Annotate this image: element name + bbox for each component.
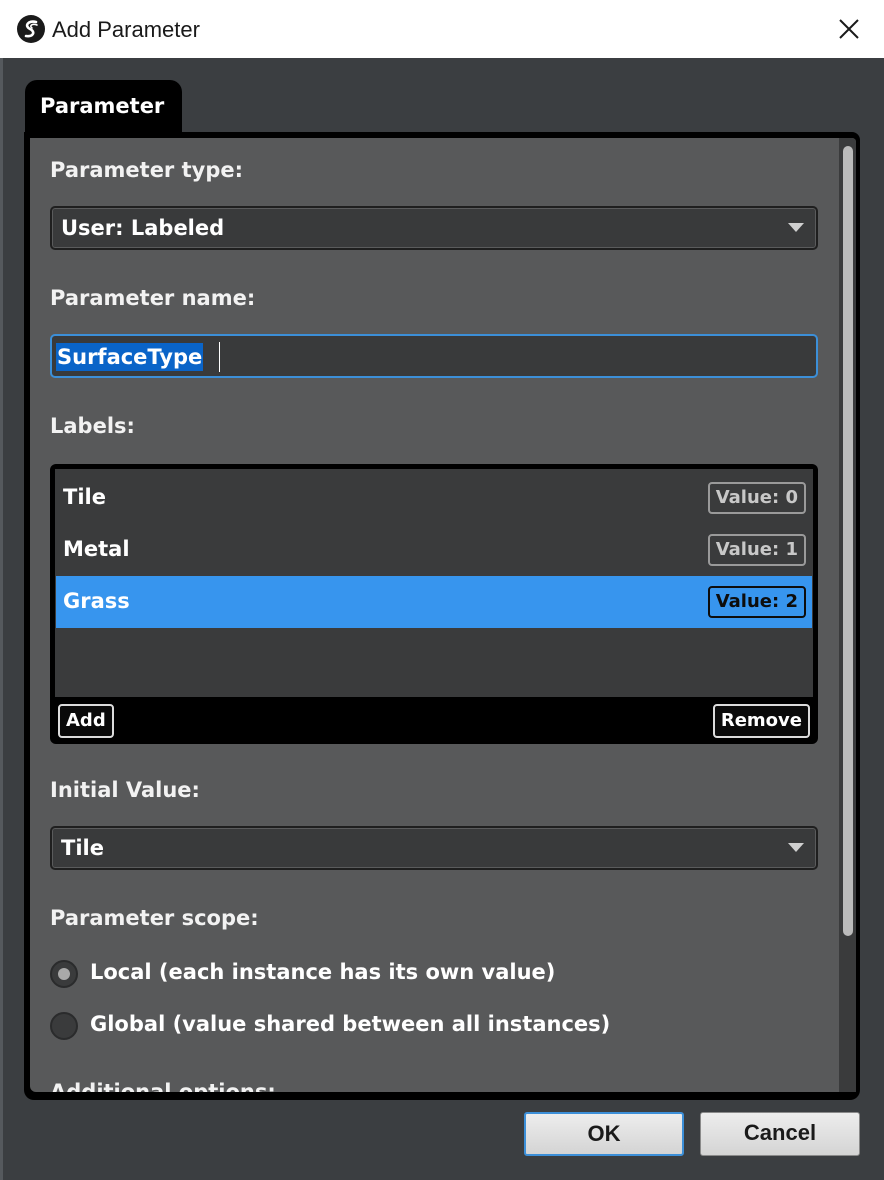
parameter-name-label: Parameter name: <box>50 286 256 310</box>
parameter-name-input[interactable]: SurfaceType <box>50 334 818 378</box>
label-value-badge: Value: 2 <box>707 586 806 618</box>
title-bar: Add Parameter <box>0 0 884 58</box>
label-name: Grass <box>63 589 130 613</box>
add-label-button[interactable]: Add <box>58 704 114 738</box>
close-button[interactable] <box>830 10 868 48</box>
labels-list: Tile Value: 0 Metal Value: 1 Grass Value… <box>55 469 813 697</box>
tab-label: Parameter <box>40 94 165 118</box>
vertical-scrollbar[interactable] <box>839 138 856 1092</box>
chevron-down-icon <box>788 843 804 852</box>
labels-label: Labels: <box>50 414 135 438</box>
label-row-grass[interactable]: Grass Value: 2 <box>56 576 812 628</box>
parameter-panel: Parameter type: User: Labeled Parameter … <box>24 132 860 1100</box>
window-title: Add Parameter <box>52 17 200 42</box>
parameter-scope-label: Parameter scope: <box>50 906 259 930</box>
parameter-form: Parameter type: User: Labeled Parameter … <box>30 138 856 1092</box>
labels-editor: Tile Value: 0 Metal Value: 1 Grass Value… <box>50 464 818 744</box>
additional-options-label: Additional options: <box>50 1080 276 1092</box>
scope-global-radio[interactable]: Global (value shared between all instanc… <box>50 1011 650 1041</box>
parameter-name-value: SurfaceType <box>56 343 204 371</box>
scope-local-label: Local (each instance has its own value) <box>90 960 556 984</box>
label-row-metal[interactable]: Metal Value: 1 <box>56 524 812 576</box>
window-edge <box>0 58 3 1180</box>
tab-parameter[interactable]: Parameter <box>25 80 182 136</box>
chevron-down-icon <box>788 223 804 232</box>
radio-button[interactable] <box>50 1012 78 1040</box>
remove-label-button[interactable]: Remove <box>712 704 810 738</box>
scrollbar-thumb[interactable] <box>843 146 853 936</box>
parameter-type-label: Parameter type: <box>50 158 243 182</box>
scope-local-radio[interactable]: Local (each instance has its own value) <box>50 959 610 989</box>
text-caret <box>219 342 220 372</box>
label-value-badge: Value: 0 <box>707 482 806 514</box>
label-name: Tile <box>63 485 106 509</box>
radio-button-checked[interactable] <box>50 960 78 988</box>
close-icon <box>839 19 859 39</box>
initial-value-label: Initial Value: <box>50 778 200 802</box>
scope-global-label: Global (value shared between all instanc… <box>90 1012 611 1036</box>
parameter-type-value: User: Labeled <box>61 216 225 240</box>
ok-button[interactable]: OK <box>524 1112 684 1156</box>
cancel-button[interactable]: Cancel <box>700 1112 860 1156</box>
initial-value-dropdown[interactable]: Tile <box>50 826 818 870</box>
label-value-badge: Value: 1 <box>707 534 806 566</box>
parameter-type-dropdown[interactable]: User: Labeled <box>50 206 818 250</box>
label-name: Metal <box>63 537 130 561</box>
initial-value-value: Tile <box>61 836 104 860</box>
app-logo-icon <box>17 15 45 43</box>
label-row-tile[interactable]: Tile Value: 0 <box>56 472 812 524</box>
